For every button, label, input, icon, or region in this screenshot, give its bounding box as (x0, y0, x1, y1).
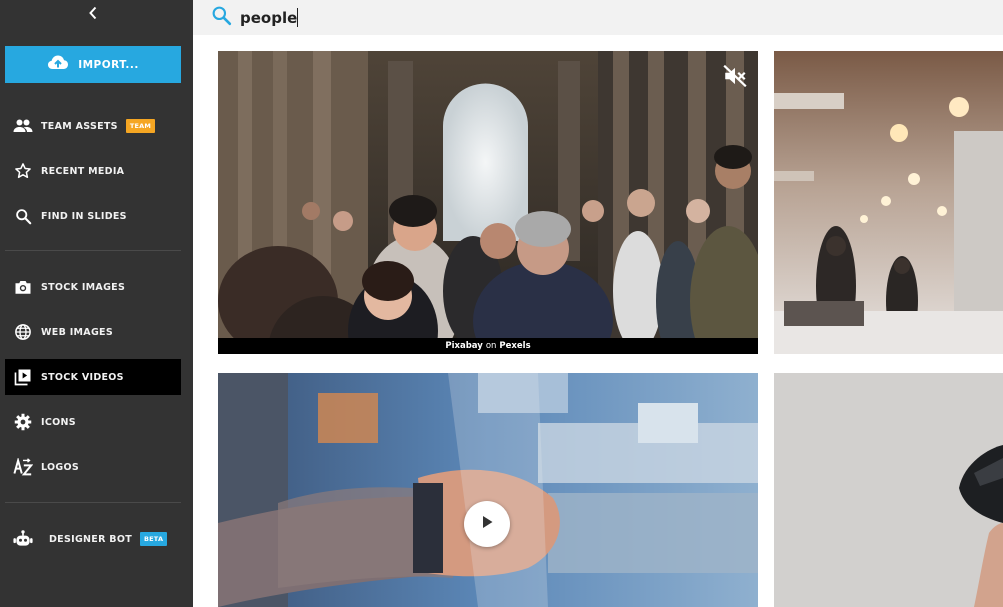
search-query: people (240, 8, 298, 27)
sidebar-divider (5, 502, 181, 503)
video-thumbnail (774, 51, 1003, 354)
sidebar-item-label: TEAM ASSETS (41, 120, 118, 132)
search-icon (211, 5, 232, 31)
sidebar-item-label: FIND IN SLIDES (41, 210, 127, 222)
beta-badge: BETA (140, 532, 168, 546)
globe-icon (13, 322, 33, 342)
credit-separator: on (485, 341, 497, 351)
video-thumbnail (774, 373, 1003, 607)
sidebar-item-label: RECENT MEDIA (41, 165, 125, 177)
sidebar-item-icons[interactable]: ICONS (5, 404, 181, 440)
credit-source: Pexels (499, 341, 531, 351)
video-library-icon (13, 367, 33, 387)
video-thumbnail (218, 51, 758, 354)
video-results-grid: Pixabay on Pexels (193, 35, 1003, 607)
import-button[interactable]: IMPORT... (5, 46, 181, 83)
app-root: IMPORT... TEAM ASSETS TEAM RECENT MEDIA (0, 0, 1003, 607)
sidebar-item-team-assets[interactable]: TEAM ASSETS TEAM (5, 108, 181, 144)
camera-icon (13, 277, 33, 297)
import-label: IMPORT... (78, 58, 139, 71)
mute-icon[interactable] (722, 63, 748, 89)
sidebar-item-label: DESIGNER BOT (49, 533, 133, 545)
sidebar-item-label: LOGOS (41, 461, 80, 473)
collapse-sidebar-button[interactable] (0, 0, 186, 30)
play-icon (479, 514, 495, 535)
search-input[interactable]: people (240, 8, 840, 27)
star-icon (13, 161, 33, 181)
a-to-z-icon (13, 457, 33, 477)
chevron-left-icon (88, 6, 98, 25)
sidebar-item-label: STOCK IMAGES (41, 281, 126, 293)
sidebar-item-web-images[interactable]: WEB IMAGES (5, 314, 181, 350)
sidebar-item-find-in-slides[interactable]: FIND IN SLIDES (5, 198, 181, 234)
sidebar-item-logos[interactable]: LOGOS (5, 449, 181, 485)
search-bar: people (193, 0, 1003, 35)
sidebar: IMPORT... TEAM ASSETS TEAM RECENT MEDIA (0, 0, 193, 607)
sidebar-item-label: STOCK VIDEOS (41, 371, 124, 383)
team-badge: TEAM (125, 119, 155, 133)
gear-icon (13, 412, 33, 432)
text-caret (297, 8, 299, 27)
sidebar-item-stock-videos[interactable]: STOCK VIDEOS (5, 359, 181, 395)
video-tile-office-lights[interactable] (774, 51, 1003, 354)
sidebar-item-recent-media[interactable]: RECENT MEDIA (5, 153, 181, 189)
cloud-upload-icon (47, 54, 69, 75)
search-icon (13, 206, 33, 226)
sidebar-item-stock-images[interactable]: STOCK IMAGES (5, 269, 181, 305)
people-icon (13, 116, 33, 136)
video-thumbnail (218, 373, 758, 607)
video-tile-phone-hand[interactable] (774, 373, 1003, 607)
video-tile-hand-watch[interactable] (218, 373, 758, 607)
sidebar-item-label: WEB IMAGES (41, 326, 113, 338)
sidebar-divider (5, 250, 181, 251)
video-credit: Pixabay on Pexels (218, 338, 758, 354)
robot-icon (13, 529, 33, 549)
sidebar-item-label: ICONS (41, 416, 76, 428)
credit-author: Pixabay (445, 341, 483, 351)
play-button[interactable] (464, 501, 510, 547)
sidebar-item-designer-bot[interactable]: DESIGNER BOT BETA (5, 521, 181, 557)
video-tile-crowd-walking[interactable]: Pixabay on Pexels (218, 51, 758, 354)
